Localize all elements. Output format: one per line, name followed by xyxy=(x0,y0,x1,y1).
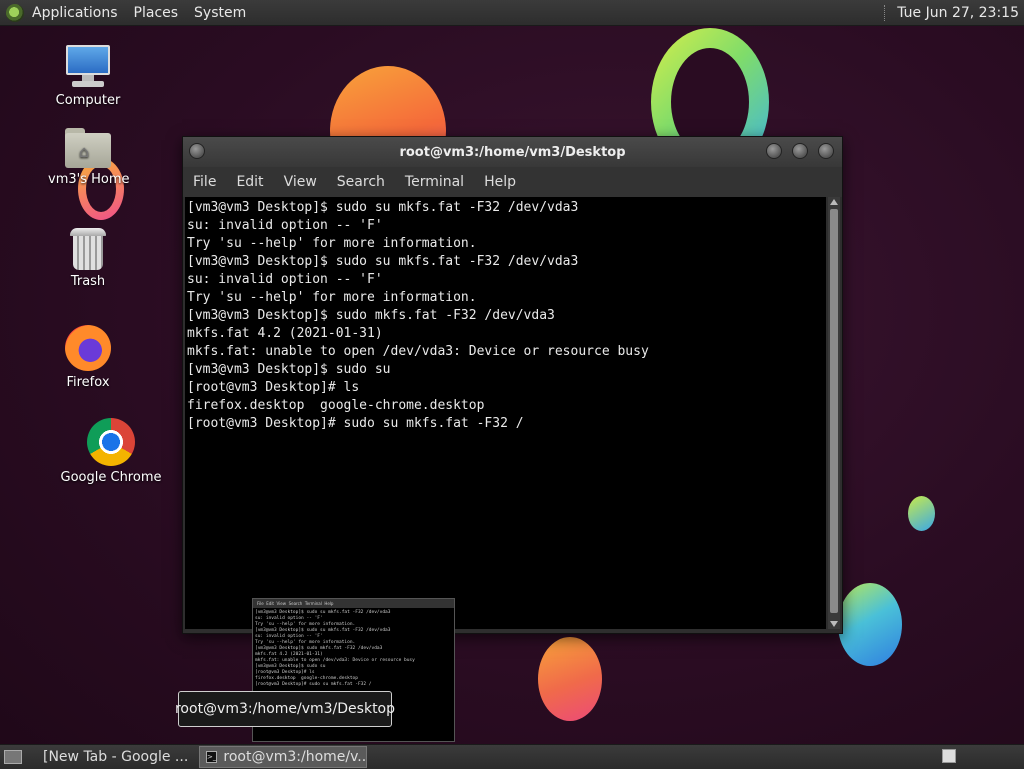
chrome-icon xyxy=(87,418,135,466)
terminal-line: su: invalid option -- 'F' xyxy=(187,218,383,233)
scroll-up-arrow-icon[interactable] xyxy=(830,199,838,205)
wallpaper-blob xyxy=(538,637,602,721)
menu-help[interactable]: Help xyxy=(484,174,516,190)
show-desktop-icon[interactable] xyxy=(4,750,22,764)
terminal-line: mkfs.fat: unable to open /dev/vda3: Devi… xyxy=(187,344,649,359)
close-button[interactable] xyxy=(818,143,834,159)
window-menu-button[interactable] xyxy=(189,143,205,159)
menu-view[interactable]: View xyxy=(284,174,317,190)
preview-menubar: File Edit View Search Terminal Help xyxy=(253,599,454,608)
wallpaper-blob xyxy=(838,583,902,666)
desktop-icon-label: vm3's Home xyxy=(48,172,130,187)
menu-places[interactable]: Places xyxy=(134,5,179,21)
desktop-icon-label: Trash xyxy=(70,274,106,289)
terminal-line: [root@vm3 Desktop]# ls xyxy=(187,380,360,395)
desktop-icon-home[interactable]: ⌂ vm3's Home xyxy=(48,128,130,187)
gnome-foot-icon[interactable] xyxy=(6,3,24,22)
desktop-icon-label: Computer xyxy=(55,93,121,108)
firefox-icon xyxy=(65,325,111,371)
window-tooltip: root@vm3:/home/vm3/Desktop xyxy=(175,691,395,727)
taskbar-item-label: root@vm3:/home/v... xyxy=(223,749,367,765)
menu-edit[interactable]: Edit xyxy=(236,174,263,190)
terminal-line: Try 'su --help' for more information. xyxy=(187,290,477,305)
bottom-panel: [New Tab - Google ... >_ root@vm3:/home/… xyxy=(0,744,1024,769)
terminal-prompt-line: [root@vm3 Desktop]# sudo su mkfs.fat -F3… xyxy=(187,415,826,433)
menu-terminal[interactable]: Terminal xyxy=(405,174,464,190)
minimize-button[interactable] xyxy=(766,143,782,159)
menu-applications[interactable]: Applications xyxy=(32,5,118,21)
desktop-icon-trash[interactable]: Trash xyxy=(48,228,128,289)
desktop-icon-firefox[interactable]: Firefox xyxy=(48,325,128,390)
terminal-line: [vm3@vm3 Desktop]$ sudo mkfs.fat -F32 /d… xyxy=(187,308,555,323)
terminal-scrollbar[interactable] xyxy=(828,197,840,629)
menu-search[interactable]: Search xyxy=(337,174,385,190)
terminal-line: [root@vm3 Desktop]# sudo su mkfs.fat -F3… xyxy=(187,416,524,431)
desktop-icon-label: Firefox xyxy=(66,375,110,390)
window-title: root@vm3:/home/vm3/Desktop xyxy=(399,144,626,160)
taskbar-item-terminal[interactable]: >_ root@vm3:/home/v... xyxy=(199,746,367,768)
maximize-button[interactable] xyxy=(792,143,808,159)
terminal-output[interactable]: [vm3@vm3 Desktop]$ sudo su mkfs.fat -F32… xyxy=(185,197,826,629)
menu-system[interactable]: System xyxy=(194,5,246,21)
terminal-menubar: File Edit View Search Terminal Help xyxy=(183,167,842,197)
desktop-icon-chrome[interactable]: Google Chrome xyxy=(56,418,166,485)
scroll-down-arrow-icon[interactable] xyxy=(830,621,838,627)
wallpaper-blob xyxy=(908,496,935,531)
terminal-line: su: invalid option -- 'F' xyxy=(187,272,383,287)
panel-clock[interactable]: Tue Jun 27, 23:15 xyxy=(897,5,1019,21)
desktop-icon-label: Google Chrome xyxy=(60,470,162,485)
top-panel: Applications Places System Tue Jun 27, 2… xyxy=(0,0,1024,26)
terminal-icon: >_ xyxy=(206,751,218,763)
terminal-line: firefox.desktop google-chrome.desktop xyxy=(187,398,485,413)
trash-icon xyxy=(70,228,106,270)
taskbar-item-label: [New Tab - Google ... xyxy=(43,749,189,765)
terminal-line: [vm3@vm3 Desktop]$ sudo su mkfs.fat -F32… xyxy=(187,200,579,215)
terminal-line: mkfs.fat 4.2 (2021-01-31) xyxy=(187,326,383,341)
terminal-window[interactable]: root@vm3:/home/vm3/Desktop File Edit Vie… xyxy=(182,136,843,634)
terminal-line: [vm3@vm3 Desktop]$ sudo su xyxy=(187,362,391,377)
terminal-line: [vm3@vm3 Desktop]$ sudo su mkfs.fat -F32… xyxy=(187,254,579,269)
home-folder-icon: ⌂ xyxy=(65,128,111,168)
window-titlebar[interactable]: root@vm3:/home/vm3/Desktop xyxy=(183,137,842,167)
scrollbar-thumb[interactable] xyxy=(830,209,838,613)
taskbar-item-chrome[interactable]: [New Tab - Google ... xyxy=(30,746,195,768)
menu-file[interactable]: File xyxy=(193,174,216,190)
desktop-icon-computer[interactable]: Computer xyxy=(48,45,128,108)
terminal-line: Try 'su --help' for more information. xyxy=(187,236,477,251)
workspace-switcher[interactable] xyxy=(942,749,956,763)
panel-separator xyxy=(884,4,887,21)
computer-icon xyxy=(64,45,112,89)
preview-terminal-lines: [vm3@vm3 Desktop]$ sudo su mkfs.fat -F32… xyxy=(255,610,415,687)
